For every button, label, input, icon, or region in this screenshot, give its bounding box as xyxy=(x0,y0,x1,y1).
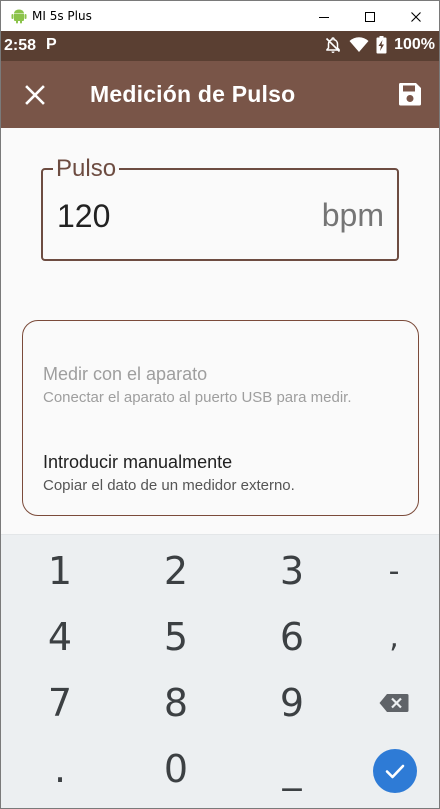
option-title: Medir con el aparato xyxy=(43,364,208,384)
key-5[interactable]: 5 xyxy=(131,607,221,667)
mute-bell-icon xyxy=(326,37,341,53)
window-minimize-button[interactable] xyxy=(301,1,347,32)
option-subtitle: Conectar el aparato al puerto USB para m… xyxy=(43,389,352,406)
backspace-icon xyxy=(379,694,409,712)
pulse-field-label: Pulso xyxy=(53,156,120,182)
page-title: Medición de Pulso xyxy=(90,81,296,107)
window-title: MI 5s Plus xyxy=(32,9,92,23)
app-bar: Medición de Pulso xyxy=(1,61,439,128)
key-9[interactable]: 9 xyxy=(247,673,337,733)
minimize-icon xyxy=(319,16,329,18)
wifi-icon xyxy=(349,37,369,52)
battery-percent: 100% xyxy=(394,36,435,53)
close-icon xyxy=(411,11,421,22)
measurement-form: Pulso 120 bpm Medir con el aparato Conec… xyxy=(1,128,439,534)
battery-charging-icon xyxy=(376,36,387,54)
pulse-unit: bpm xyxy=(321,197,384,233)
key-backspace[interactable] xyxy=(349,673,439,733)
pulse-value[interactable]: 120 xyxy=(57,198,110,234)
close-icon[interactable] xyxy=(21,81,49,109)
window-close-button[interactable] xyxy=(393,1,439,32)
window-maximize-button[interactable] xyxy=(347,1,393,32)
check-icon xyxy=(385,764,405,779)
option-title[interactable]: Introducir manualmente xyxy=(43,451,232,473)
status-bar: 2:58 P 100% xyxy=(1,31,439,61)
key-2[interactable]: 2 xyxy=(131,541,221,601)
key-7[interactable]: 7 xyxy=(15,673,105,733)
key-4[interactable]: 4 xyxy=(15,607,105,667)
window-titlebar: MI 5s Plus xyxy=(0,0,440,31)
key-8[interactable]: 8 xyxy=(131,673,221,733)
pulse-input-field[interactable]: Pulso 120 bpm xyxy=(41,156,399,261)
key-6[interactable]: 6 xyxy=(247,607,337,667)
status-time: 2:58 xyxy=(4,37,37,54)
key-0[interactable]: 0 xyxy=(131,739,221,799)
numeric-keyboard: 1 2 3 - 4 5 6 , 7 8 9 . 0 _ xyxy=(1,534,439,808)
key-period[interactable]: . xyxy=(15,739,105,799)
key-3[interactable]: 3 xyxy=(247,541,337,601)
key-minus[interactable]: - xyxy=(349,541,439,601)
enter-button[interactable] xyxy=(373,749,417,793)
input-method-card: Medir con el aparato Conectar el aparato… xyxy=(22,320,419,516)
key-space[interactable]: _ xyxy=(247,739,337,799)
key-1[interactable]: 1 xyxy=(15,541,105,601)
save-icon[interactable] xyxy=(395,79,425,109)
status-icons: 100% xyxy=(324,36,435,54)
android-icon xyxy=(11,9,27,24)
notification-icon: P xyxy=(46,36,57,53)
maximize-icon xyxy=(365,11,375,22)
option-subtitle: Copiar el dato de un medidor externo. xyxy=(43,477,295,494)
key-comma[interactable]: , xyxy=(349,607,439,667)
